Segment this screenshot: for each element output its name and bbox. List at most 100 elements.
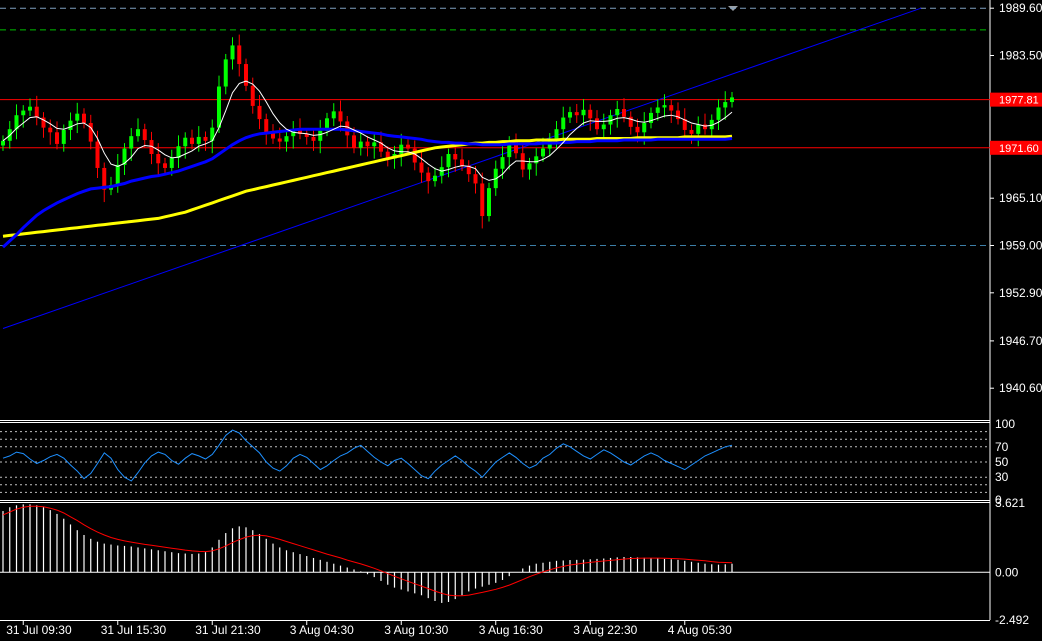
rsi-tick-label: 70 bbox=[995, 440, 1009, 454]
candle-body[interactable] bbox=[196, 136, 201, 144]
time-tick-label: 3 Aug 16:30 bbox=[479, 623, 543, 637]
candle-body[interactable] bbox=[338, 111, 343, 122]
chart-svg[interactable]: 1989.60 1983.50 1965.10 1959.00 1952.90 1946.… bbox=[0, 0, 1042, 641]
candle-body[interactable] bbox=[601, 124, 606, 130]
price-tick-label: 1959.00 bbox=[999, 239, 1042, 253]
candle-body[interactable] bbox=[554, 129, 559, 139]
price-tick-label: 1983.50 bbox=[999, 49, 1042, 63]
candle-body[interactable] bbox=[34, 106, 39, 118]
candle-body[interactable] bbox=[311, 136, 316, 141]
candle-body[interactable] bbox=[568, 112, 572, 118]
candle-body[interactable] bbox=[426, 172, 431, 182]
candle-body[interactable] bbox=[433, 175, 437, 182]
price-tick-label: 1946.70 bbox=[999, 334, 1042, 348]
candle-body[interactable] bbox=[142, 129, 147, 141]
candle-body[interactable] bbox=[21, 110, 26, 116]
candle-body[interactable] bbox=[318, 130, 323, 141]
candle-body[interactable] bbox=[75, 113, 80, 121]
candle-body[interactable] bbox=[331, 111, 336, 119]
candle-body[interactable] bbox=[500, 157, 505, 169]
rsi-tick-label: 30 bbox=[995, 470, 1009, 484]
candle-body[interactable] bbox=[622, 109, 626, 117]
candle-body[interactable] bbox=[399, 144, 404, 154]
candle-body[interactable] bbox=[55, 132, 59, 144]
rsi-tick-label: 100 bbox=[995, 417, 1015, 431]
candle-body[interactable] bbox=[88, 122, 93, 142]
rsi-line bbox=[2, 429, 733, 482]
candle-body[interactable] bbox=[230, 45, 235, 60]
candle-body[interactable] bbox=[68, 120, 73, 130]
candle-body[interactable] bbox=[95, 141, 100, 168]
candle-body[interactable] bbox=[595, 118, 599, 130]
price-tick-label: 1940.60 bbox=[999, 381, 1042, 395]
time-tick-label: 31 Jul 21:30 bbox=[195, 623, 261, 637]
macd-tick-label: 3.621 bbox=[995, 496, 1025, 510]
rsi-tick-label: 50 bbox=[995, 455, 1009, 469]
macd-signal-line bbox=[2, 505, 733, 597]
candle-body[interactable] bbox=[284, 136, 289, 142]
candle-body[interactable] bbox=[460, 159, 464, 166]
candle-body[interactable] bbox=[250, 85, 255, 106]
candle-body[interactable] bbox=[264, 119, 269, 133]
candle-body[interactable] bbox=[574, 112, 579, 116]
candle-body[interactable] bbox=[244, 64, 248, 86]
candle-body[interactable] bbox=[487, 188, 491, 217]
time-tick-label: 3 Aug 22:30 bbox=[573, 623, 637, 637]
candle-body[interactable] bbox=[48, 127, 53, 133]
time-tick-label: 3 Aug 04:30 bbox=[290, 623, 354, 637]
candle-body[interactable] bbox=[406, 144, 410, 149]
candle-body[interactable] bbox=[237, 45, 242, 65]
candle-body[interactable] bbox=[446, 154, 451, 168]
candle-body[interactable] bbox=[730, 97, 734, 103]
candle-body[interactable] bbox=[703, 124, 707, 130]
moving-average-fast bbox=[2, 80, 733, 181]
candle-body[interactable] bbox=[257, 105, 262, 120]
macd-tick-label: 0.00 bbox=[995, 565, 1019, 579]
candle-body[interactable] bbox=[365, 141, 370, 147]
trading-chart[interactable]: 1989.60 1983.50 1965.10 1959.00 1952.90 1946.… bbox=[0, 0, 1042, 641]
candle-body[interactable] bbox=[277, 138, 282, 142]
candle-body[interactable] bbox=[61, 129, 66, 144]
candle-body[interactable] bbox=[480, 183, 485, 217]
candle-body[interactable] bbox=[1, 140, 5, 146]
candle-body[interactable] bbox=[669, 105, 674, 111]
candle-body[interactable] bbox=[28, 106, 32, 111]
candle-body[interactable] bbox=[352, 135, 356, 148]
candle-body[interactable] bbox=[716, 107, 721, 120]
price-tick-label: 1965.10 bbox=[999, 191, 1042, 205]
candle-body[interactable] bbox=[169, 157, 174, 168]
candle-body[interactable] bbox=[662, 105, 667, 108]
candle-body[interactable] bbox=[635, 126, 640, 133]
candle-body[interactable] bbox=[156, 154, 161, 164]
candle-body[interactable] bbox=[615, 109, 620, 116]
candle-body[interactable] bbox=[561, 117, 566, 130]
candle-body[interactable] bbox=[527, 163, 532, 170]
candle-body[interactable] bbox=[223, 59, 228, 87]
candle-body[interactable] bbox=[115, 164, 120, 186]
price-tag-label: 1971.60 bbox=[999, 143, 1039, 155]
candle-body[interactable] bbox=[642, 122, 647, 133]
price-tag-label: 1977.81 bbox=[999, 95, 1039, 107]
candle-body[interactable] bbox=[217, 86, 221, 128]
candle-body[interactable] bbox=[163, 163, 167, 168]
candle-body[interactable] bbox=[696, 124, 701, 134]
candle-body[interactable] bbox=[129, 136, 134, 149]
candle-body[interactable] bbox=[723, 102, 728, 108]
candle-body[interactable] bbox=[82, 113, 86, 123]
candle-body[interactable] bbox=[358, 141, 363, 148]
candle-body[interactable] bbox=[453, 154, 458, 160]
candle-body[interactable] bbox=[183, 137, 188, 147]
candle-body[interactable] bbox=[689, 129, 694, 134]
candle-body[interactable] bbox=[203, 136, 208, 141]
candle-body[interactable] bbox=[372, 142, 377, 147]
candle-body[interactable] bbox=[655, 107, 660, 113]
macd-tick-label: -2.492 bbox=[995, 613, 1029, 627]
time-tick-label: 31 Jul 15:30 bbox=[101, 623, 167, 637]
candle-body[interactable] bbox=[541, 148, 545, 157]
candle-body[interactable] bbox=[473, 174, 478, 184]
candle-body[interactable] bbox=[419, 162, 424, 173]
candle-body[interactable] bbox=[136, 129, 140, 137]
candle-body[interactable] bbox=[588, 109, 593, 119]
candle-body[interactable] bbox=[581, 109, 586, 116]
candle-body[interactable] bbox=[190, 137, 194, 144]
